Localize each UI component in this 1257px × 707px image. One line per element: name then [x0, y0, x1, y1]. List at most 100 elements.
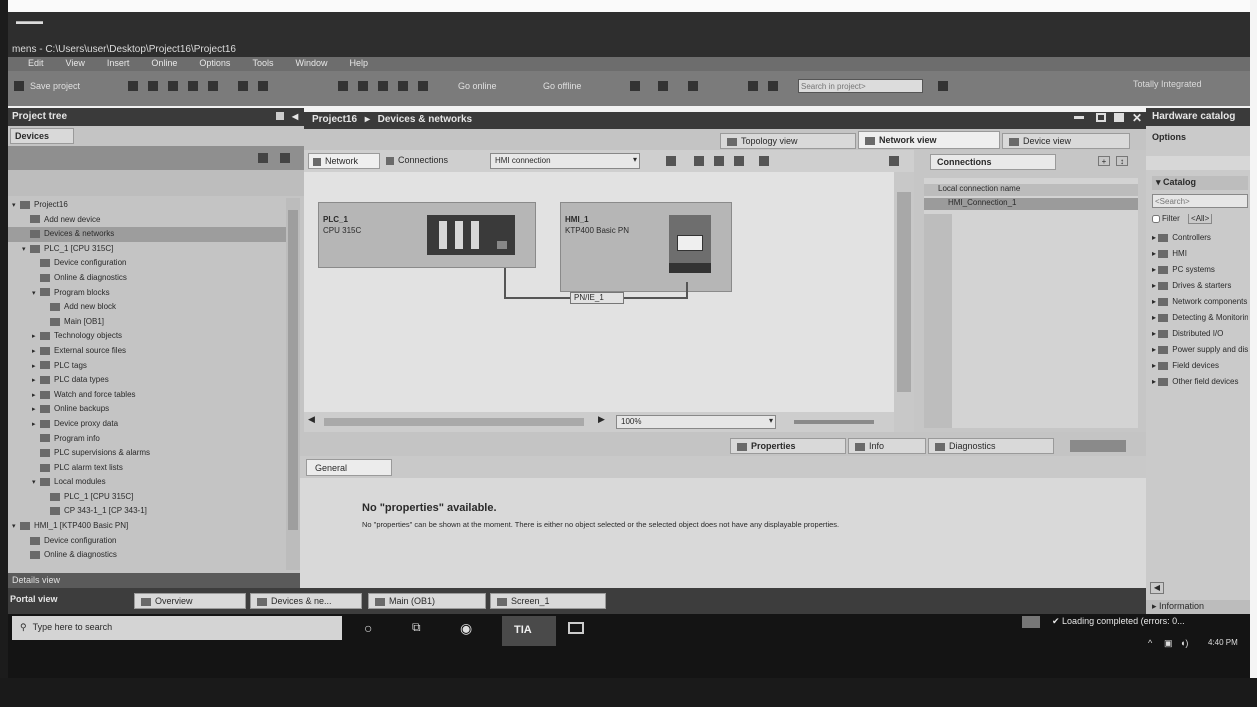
- collapse-panel-icon[interactable]: ↕: [1116, 156, 1128, 166]
- search-icon[interactable]: [938, 81, 948, 91]
- delete-icon[interactable]: [208, 81, 218, 91]
- volume-tray-icon[interactable]: ◖): [1180, 638, 1188, 648]
- zoom-slider[interactable]: [794, 420, 874, 424]
- scroll-left-icon[interactable]: ◀: [308, 414, 315, 425]
- plc-device-box[interactable]: PLC_1 CPU 315C: [318, 202, 536, 268]
- network-tray-icon[interactable]: ▣: [1164, 638, 1173, 649]
- catalog-item[interactable]: ▸ Other field devices: [1152, 374, 1248, 390]
- catalog-search-input[interactable]: [1152, 194, 1248, 208]
- tree-expander-icon[interactable]: ▾: [22, 243, 30, 257]
- tab-screen-1[interactable]: Screen_1: [490, 593, 606, 609]
- network-mode-button[interactable]: Network: [308, 153, 380, 169]
- devices-tab[interactable]: Devices: [10, 128, 74, 144]
- zoom-area-icon[interactable]: [666, 156, 676, 166]
- stop-simulation-icon[interactable]: [418, 81, 428, 91]
- tree-item[interactable]: Main [OB1]: [8, 315, 286, 330]
- catalog-item[interactable]: ▸ Controllers: [1152, 230, 1248, 246]
- view-toggle-icon[interactable]: [258, 153, 268, 163]
- tree-item[interactable]: ▾ Program blocks: [8, 286, 286, 301]
- tree-expander-icon[interactable]: ▾: [12, 520, 20, 534]
- topology-view-tab[interactable]: Topology view: [720, 133, 856, 149]
- scroll-right-icon[interactable]: ▶: [598, 414, 605, 425]
- portal-view-button[interactable]: Portal view: [10, 594, 120, 608]
- window-split-icon[interactable]: [748, 81, 758, 91]
- page-break-icon[interactable]: [734, 156, 744, 166]
- screen-app-icon[interactable]: [568, 622, 584, 634]
- catalog-scroll-left-icon[interactable]: ◀: [1150, 582, 1164, 594]
- canvas-vscroll-thumb[interactable]: [897, 192, 911, 392]
- connections-mode-button[interactable]: Connections: [386, 155, 481, 169]
- catalog-item[interactable]: ▸ HMI: [1152, 246, 1248, 262]
- catalog-item[interactable]: ▸ Network components: [1152, 294, 1248, 310]
- menu-item[interactable]: Edit: [28, 58, 44, 68]
- tree-item[interactable]: Add new device: [8, 213, 286, 228]
- connections-tab[interactable]: Connections: [930, 154, 1056, 170]
- close-icon[interactable]: ✕: [1132, 112, 1142, 125]
- new-project-icon[interactable]: [14, 81, 24, 91]
- undo-icon[interactable]: [238, 81, 248, 91]
- browser-icon[interactable]: ◉: [460, 620, 472, 637]
- zoom-in-icon[interactable]: [759, 156, 769, 166]
- tree-expander-icon[interactable]: ▸: [32, 330, 40, 344]
- info-tab[interactable]: Info: [848, 438, 926, 454]
- copy-icon[interactable]: [168, 81, 178, 91]
- cut-icon[interactable]: [148, 81, 158, 91]
- tree-expander-icon[interactable]: ▸: [32, 403, 40, 417]
- connection-type-select[interactable]: HMI connection ▾: [490, 153, 640, 169]
- tray-expand-icon[interactable]: ^: [1148, 638, 1152, 648]
- tree-expander-icon[interactable]: ▸: [32, 345, 40, 359]
- inspector-window-controls[interactable]: [1070, 440, 1126, 452]
- tree-item[interactable]: CP 343-1_1 [CP 343-1]: [8, 504, 286, 519]
- show-overview-icon[interactable]: [280, 153, 290, 163]
- tree-item[interactable]: Device configuration: [8, 534, 286, 549]
- compile-icon[interactable]: [338, 81, 348, 91]
- catalog-item[interactable]: ▸ Power supply and distribution: [1152, 342, 1248, 358]
- tree-item[interactable]: Online & diagnostics: [8, 271, 286, 286]
- upload-icon[interactable]: [378, 81, 388, 91]
- pin-icon[interactable]: [276, 112, 284, 120]
- tree-item[interactable]: ▸ PLC data types: [8, 373, 286, 388]
- go-online-button[interactable]: Go online: [458, 81, 528, 93]
- collapse-arrow-icon[interactable]: ◀: [292, 112, 298, 121]
- task-view-icon[interactable]: ⧉: [412, 620, 421, 635]
- show-addresses-icon[interactable]: [694, 156, 704, 166]
- tree-expander-icon[interactable]: ▾: [12, 199, 20, 213]
- diagnostics-tab[interactable]: Diagnostics: [928, 438, 1054, 454]
- tree-item[interactable]: Online & diagnostics: [8, 548, 286, 563]
- tab-devices-networks[interactable]: Devices & ne...: [250, 593, 362, 609]
- tree-item[interactable]: ▾ Project16: [8, 198, 286, 213]
- tree-item[interactable]: Devices & networks: [8, 227, 286, 242]
- window-split-vertical-icon[interactable]: [768, 81, 778, 91]
- tab-overview[interactable]: Overview: [134, 593, 246, 609]
- tree-item[interactable]: ▸ External source files: [8, 344, 286, 359]
- menu-item[interactable]: View: [66, 58, 85, 68]
- options-label[interactable]: Options: [1152, 132, 1242, 146]
- taskbar-search[interactable]: ⚲ Type here to search: [12, 616, 342, 640]
- redo-icon[interactable]: [258, 81, 268, 91]
- catalog-section[interactable]: ▾ Catalog: [1152, 176, 1248, 190]
- tree-expander-icon[interactable]: ▸: [32, 360, 40, 374]
- go-offline-button[interactable]: Go offline: [543, 81, 613, 93]
- menu-item[interactable]: Online: [151, 58, 177, 68]
- expand-panel-icon[interactable]: +: [1098, 156, 1110, 166]
- network-overview-icon[interactable]: [889, 156, 899, 166]
- tree-item[interactable]: ▾ HMI_1 [KTP400 Basic PN]: [8, 519, 286, 534]
- menu-item[interactable]: Window: [295, 58, 327, 68]
- tree-item[interactable]: ▸ PLC tags: [8, 359, 286, 374]
- tree-item[interactable]: Program info: [8, 432, 286, 447]
- cortana-icon[interactable]: ○: [364, 620, 372, 636]
- network-canvas[interactable]: PLC_1 CPU 315C HMI_1 KTP400 Basic PN PN/…: [304, 172, 894, 412]
- menu-item[interactable]: Options: [199, 58, 230, 68]
- canvas-vertical-scrollbar[interactable]: [894, 172, 914, 432]
- tree-scrollbar-thumb[interactable]: [288, 210, 298, 530]
- float-window-icon[interactable]: [1096, 113, 1106, 122]
- tree-item[interactable]: Device configuration: [8, 256, 286, 271]
- search-in-project-input[interactable]: [798, 79, 923, 93]
- download-icon[interactable]: [358, 81, 368, 91]
- tree-item[interactable]: ▸ Technology objects: [8, 329, 286, 344]
- tree-expander-icon[interactable]: ▸: [32, 374, 40, 388]
- tree-item[interactable]: ▸ Watch and force tables: [8, 388, 286, 403]
- information-section[interactable]: ▸ Information: [1146, 600, 1250, 614]
- breadcrumb-project[interactable]: Project16: [312, 114, 357, 125]
- accessible-devices-icon[interactable]: [630, 81, 640, 91]
